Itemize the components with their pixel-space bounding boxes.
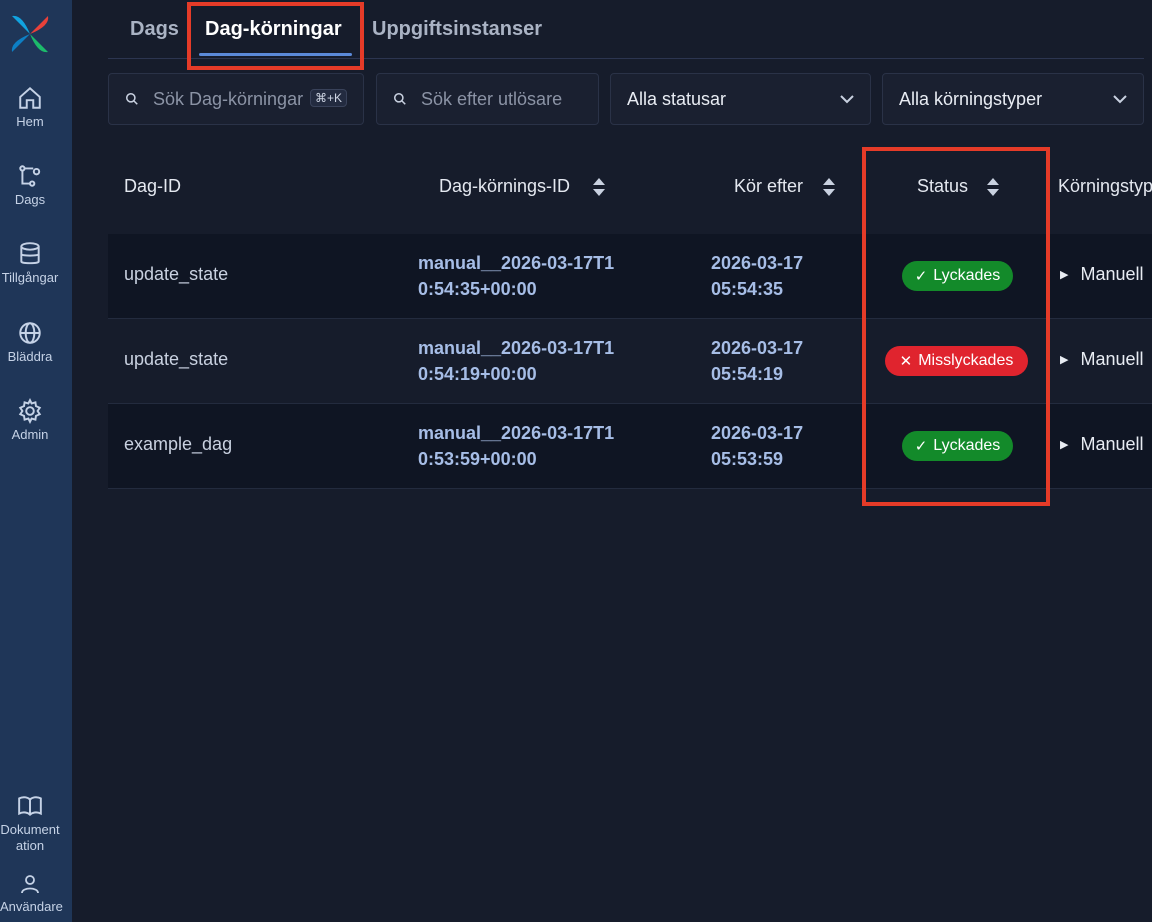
sort-icon[interactable] xyxy=(592,177,606,197)
nav-assets-label: Tillgångar xyxy=(1,270,59,285)
nav-admin-label: Admin xyxy=(11,427,49,442)
run-after-cell: 2026-03-17 05:54:35 xyxy=(711,250,841,302)
run-after-time: 05:54:19 xyxy=(711,364,784,384)
nav-admin[interactable]: Admin xyxy=(0,398,60,443)
search-runs-field[interactable]: Sök Dag-körningar ⌘+K xyxy=(108,73,364,125)
run-type-cell: ▶ Manuell xyxy=(1060,434,1144,455)
column-header-run-after[interactable]: Kör efter xyxy=(734,176,803,197)
nav-browse[interactable]: Bläddra xyxy=(0,320,60,365)
active-tab-indicator xyxy=(199,53,352,56)
nav-dags[interactable]: Dags xyxy=(0,163,60,208)
status-label: Lyckades xyxy=(933,437,1001,454)
sort-icon[interactable] xyxy=(822,177,836,197)
column-header-run-type[interactable]: Körningstyp xyxy=(1058,176,1152,197)
run-after-cell: 2026-03-17 05:53:59 xyxy=(711,420,841,472)
run-type-label: Manuell xyxy=(1080,434,1144,454)
book-icon xyxy=(18,796,42,817)
nav-browse-label: Bläddra xyxy=(7,349,53,364)
dag-id-cell[interactable]: update_state xyxy=(124,349,228,370)
search-icon xyxy=(393,92,406,105)
shortcut-badge: ⌘+K xyxy=(309,89,347,107)
dags-icon xyxy=(19,165,41,187)
status-select[interactable]: Alla statusar xyxy=(610,73,871,125)
user-icon xyxy=(21,875,39,894)
status-label: Lyckades xyxy=(933,267,1001,284)
nav-home[interactable]: Hem xyxy=(0,85,60,130)
play-icon: ▶ xyxy=(1060,354,1069,366)
run-after-date: 2026-03-17 xyxy=(711,253,804,273)
nav-dags-label: Dags xyxy=(14,192,46,207)
search-trigger-placeholder: Sök efter utlösare xyxy=(421,88,563,109)
nav-user-label: Användare xyxy=(0,899,63,914)
run-id-link[interactable]: manual__2026-03-17T10:54:35+00:00 xyxy=(418,250,628,302)
nav-docs[interactable]: Dokument ation xyxy=(0,793,60,854)
dag-id-cell[interactable]: example_dag xyxy=(124,434,232,455)
chevron-down-icon xyxy=(840,95,854,104)
run-id-link[interactable]: manual__2026-03-17T10:53:59+00:00 xyxy=(418,420,628,472)
play-icon: ▶ xyxy=(1060,439,1069,451)
run-type-label: Manuell xyxy=(1080,349,1144,369)
run-after-cell: 2026-03-17 05:54:19 xyxy=(711,335,841,387)
run-after-time: 05:53:59 xyxy=(711,449,784,469)
search-icon xyxy=(125,92,138,105)
tab-task-instances[interactable]: Uppgiftsinstanser xyxy=(372,18,542,41)
run-id-link[interactable]: manual__2026-03-17T10:54:19+00:00 xyxy=(418,335,628,387)
run-after-date: 2026-03-17 xyxy=(711,423,804,443)
sidebar: Hem Dags Tillgångar Bläddra Admin Dokume… xyxy=(0,0,72,922)
tab-bar: Dags Dag-körningar Uppgiftsinstanser xyxy=(108,0,1144,59)
gear-icon xyxy=(18,398,42,424)
table-row[interactable]: example_dag manual__2026-03-17T10:53:59+… xyxy=(108,404,1152,489)
status-badge: ✓ Lyckades xyxy=(902,431,1013,461)
runtype-select-value: Alla körningstyper xyxy=(899,88,1043,109)
run-after-date: 2026-03-17 xyxy=(711,338,804,358)
chevron-down-icon xyxy=(1113,95,1127,104)
status-label: Misslyckades xyxy=(918,352,1014,369)
tab-dag-runs[interactable]: Dag-körningar xyxy=(205,18,342,41)
run-after-time: 05:54:35 xyxy=(711,279,784,299)
status-select-value: Alla statusar xyxy=(627,88,727,109)
database-icon xyxy=(20,242,40,265)
table-row[interactable]: update_state manual__2026-03-17T10:54:35… xyxy=(108,234,1152,319)
nav-assets[interactable]: Tillgångar xyxy=(0,241,60,286)
sort-icon[interactable] xyxy=(986,177,1000,197)
runtype-select[interactable]: Alla körningstyper xyxy=(882,73,1144,125)
run-type-label: Manuell xyxy=(1080,264,1144,284)
status-badge: ✓ Lyckades xyxy=(902,261,1013,291)
table-row[interactable]: update_state manual__2026-03-17T10:54:19… xyxy=(108,319,1152,404)
check-icon: ✓ xyxy=(914,438,928,455)
dag-id-cell[interactable]: update_state xyxy=(124,264,228,285)
column-header-run-id[interactable]: Dag-körnings-ID xyxy=(439,176,570,197)
run-type-cell: ▶ Manuell xyxy=(1060,349,1144,370)
nav-docs-label: Dokument ation xyxy=(0,822,60,853)
tab-dags[interactable]: Dags xyxy=(130,18,179,41)
play-icon: ▶ xyxy=(1060,269,1069,281)
globe-icon xyxy=(19,322,41,344)
status-badge: ✕ Misslyckades xyxy=(885,346,1028,376)
nav-home-label: Hem xyxy=(16,114,44,129)
cross-icon: ✕ xyxy=(899,353,913,370)
airflow-logo[interactable] xyxy=(8,12,52,56)
check-icon: ✓ xyxy=(914,268,928,285)
home-icon xyxy=(19,86,41,109)
search-trigger-field[interactable]: Sök efter utlösare xyxy=(376,73,599,125)
search-runs-placeholder: Sök Dag-körningar xyxy=(153,88,304,109)
run-type-cell: ▶ Manuell xyxy=(1060,264,1144,285)
column-header-dag-id[interactable]: Dag-ID xyxy=(124,176,181,197)
nav-user[interactable]: Användare xyxy=(0,872,63,915)
column-header-status[interactable]: Status xyxy=(917,176,968,197)
